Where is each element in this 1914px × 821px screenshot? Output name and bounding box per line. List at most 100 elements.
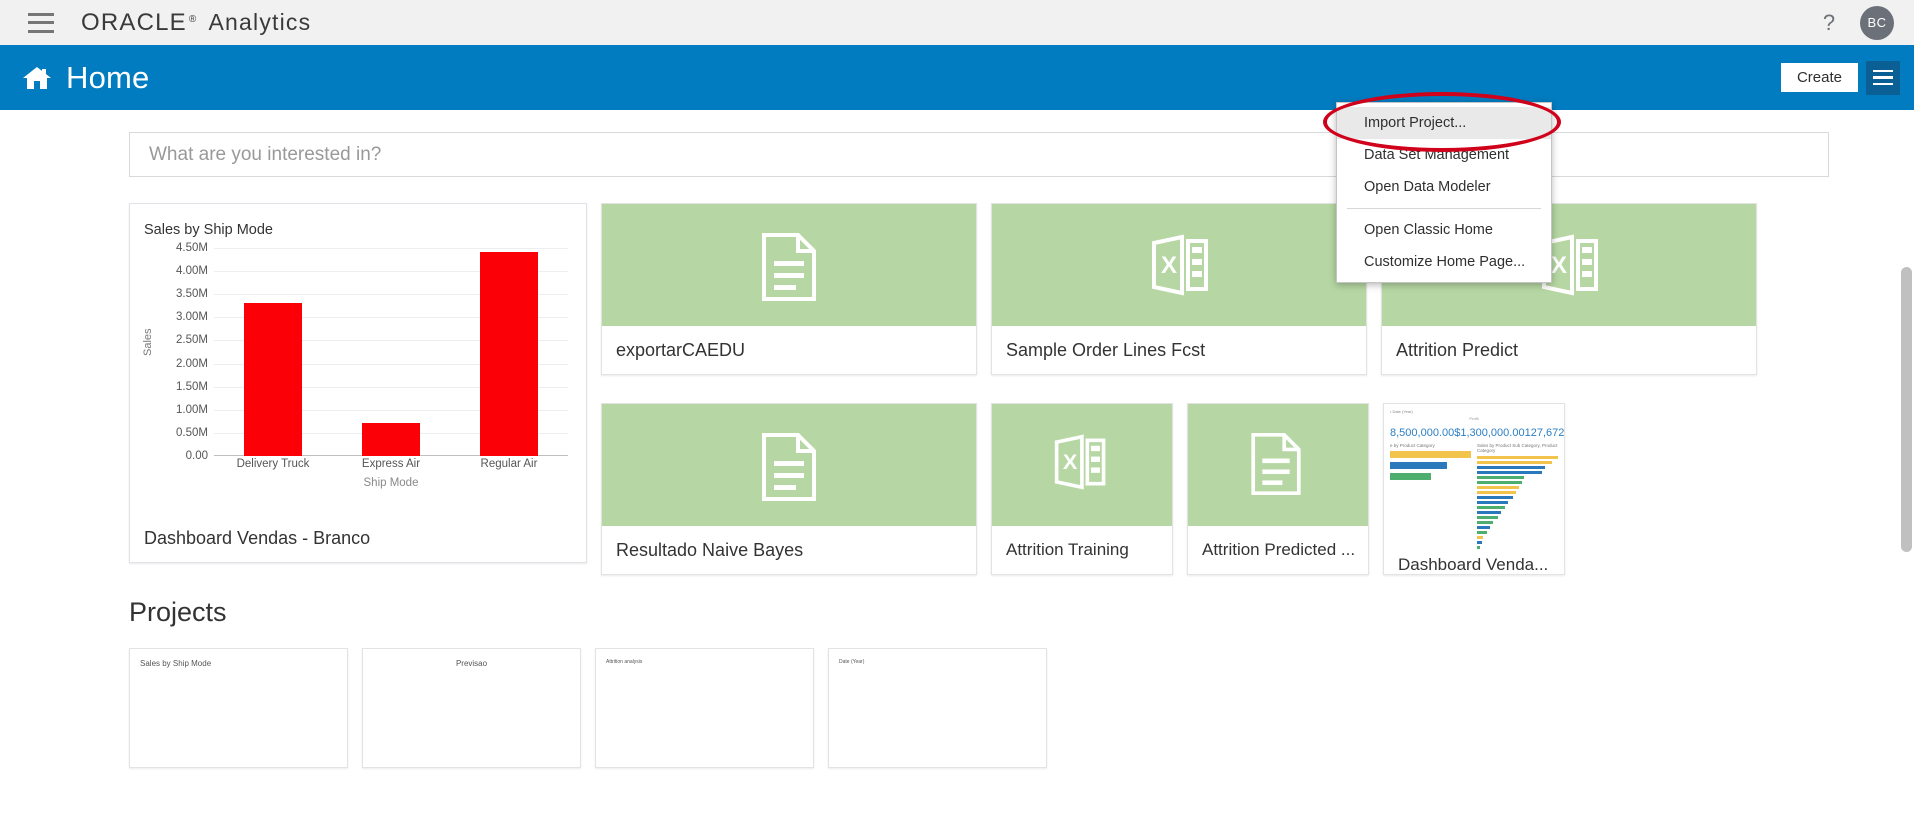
preview-left-chart-title: e by Product Category — [1390, 443, 1435, 448]
search-input[interactable] — [129, 132, 1829, 177]
menu-item-open-classic-home[interactable]: Open Classic Home — [1337, 214, 1551, 246]
x-axis-label: Ship Mode — [363, 477, 419, 489]
preview-bar — [1477, 461, 1552, 464]
scrollbar-track[interactable] — [1899, 155, 1914, 821]
preview-bar — [1477, 506, 1505, 509]
preview-bar — [1477, 526, 1490, 529]
x-tick-label: Express Air — [361, 458, 421, 470]
product-name: Analytics — [208, 8, 312, 35]
bar[interactable] — [244, 303, 302, 456]
preview-bar — [1477, 541, 1482, 544]
page-header-actions: Create — [1780, 45, 1900, 110]
card-attrition-training[interactable]: X Attrition Training — [991, 403, 1173, 575]
preview-bar — [1390, 462, 1447, 469]
document-icon — [760, 433, 818, 501]
x-tick-label: Regular Air — [480, 458, 538, 470]
card-label: exportarCAEDU — [616, 339, 746, 360]
card-thumbnail: X — [992, 204, 1366, 326]
y-tick-label: 1.00M — [176, 403, 208, 416]
preview-charts: e by Product Category Sales by Product S… — [1390, 443, 1558, 551]
preview-bar — [1477, 476, 1524, 479]
svg-text:X: X — [1161, 252, 1177, 279]
preview-bar — [1390, 473, 1431, 480]
search-area — [0, 110, 1914, 177]
y-tick-label: 0.00 — [185, 450, 208, 462]
help-icon[interactable]: ? — [1818, 11, 1840, 34]
menu-separator — [1347, 208, 1541, 209]
card-thumbnail — [602, 404, 976, 526]
preview-kpi-value: 127,672.00 — [1524, 427, 1564, 439]
preview-bar — [1477, 471, 1542, 474]
excel-icon: X — [1150, 233, 1208, 297]
preview-kpi-value: 8,500,000.00 — [1390, 427, 1455, 439]
chart-bars — [214, 248, 568, 456]
y-tick-label: 4.00M — [176, 265, 208, 278]
card-label: Attrition Training — [1006, 540, 1129, 559]
y-tick-label: 3.50M — [176, 288, 208, 301]
card-thumbnail — [1188, 404, 1368, 526]
menu-item-import-project[interactable]: Import Project... — [1337, 107, 1551, 139]
menu-item-open-data-modeler[interactable]: Open Data Modeler — [1337, 171, 1551, 203]
svg-text:X: X — [1551, 252, 1567, 279]
card-label: Attrition Predict — [1396, 339, 1519, 360]
y-tick-label: 0.50M — [176, 426, 208, 439]
card-label: Sample Order Lines Fcst — [1006, 339, 1206, 360]
brand-bar-actions: ? BC — [1818, 0, 1894, 45]
menu-item-customize-home-page[interactable]: Customize Home Page... — [1337, 246, 1551, 278]
y-axis-ticks: 4.50M 4.00M 3.50M 3.00M 2.50M 2.00M 1.50M 1.00M… — [160, 242, 212, 462]
page-title: Home — [66, 59, 150, 95]
preview-bar — [1477, 516, 1499, 519]
y-tick-label: 2.00M — [176, 357, 208, 370]
document-icon — [760, 233, 818, 301]
y-tick-label: 4.50M — [176, 242, 208, 254]
preview-bar — [1477, 496, 1513, 499]
card-sample-order-lines-fcst[interactable]: X Sample Order Lines Fcst — [991, 203, 1367, 375]
preview-bar — [1477, 456, 1558, 459]
cards-area: Sales by Ship Mode Sales 4.50M 4.00M 3.50M… — [129, 203, 1839, 575]
x-tick-label: Delivery Truck — [236, 458, 310, 470]
bar[interactable] — [480, 251, 538, 456]
global-menu-icon[interactable] — [28, 12, 54, 33]
project-card[interactable]: Date (Year) — [828, 648, 1047, 768]
preview-bar — [1477, 491, 1516, 494]
card-resultado-naive-bayes[interactable]: Resultado Naive Bayes — [601, 403, 977, 575]
preview-right-chart-title: Sales by Product Sub Category, Product C… — [1477, 443, 1558, 453]
card-dashboard-vendas-branco[interactable]: Sales by Ship Mode Sales 4.50M 4.00M 3.50M… — [129, 203, 587, 563]
menu-item-data-set-management[interactable]: Data Set Management — [1337, 139, 1551, 171]
card-label: Dashboard Venda... — [1398, 556, 1549, 574]
project-card[interactable]: Previsao — [362, 648, 581, 768]
preview-bar — [1390, 451, 1471, 458]
create-button[interactable]: Create — [1780, 63, 1858, 92]
preview-kpi-value: $1,300,000.00 — [1454, 427, 1525, 439]
preview-bar — [1477, 486, 1520, 489]
svg-text:X: X — [1063, 449, 1078, 474]
page-menu-dropdown[interactable]: Import Project... Data Set Management Open… — [1336, 102, 1552, 283]
avatar[interactable]: BC — [1860, 5, 1894, 40]
bar[interactable] — [362, 422, 420, 456]
preview-bar — [1477, 501, 1508, 504]
document-icon — [1249, 433, 1307, 497]
scrollbar-thumb[interactable] — [1901, 267, 1912, 552]
y-tick-label: 1.50M — [176, 380, 208, 393]
oracle-logo-text: ORACLE — [81, 8, 187, 36]
y-tick-label: 3.00M — [176, 311, 208, 324]
card-dashboard-vendas[interactable]: r Date (Year) Profit 8,500,000.00 $1,300,… — [1383, 403, 1565, 575]
excel-icon: X — [1053, 433, 1111, 497]
card-thumbnail: r Date (Year) Profit 8,500,000.00 $1,300,… — [1384, 404, 1564, 556]
y-tick-label: 2.50M — [176, 334, 208, 347]
y-axis-label: Sales — [142, 328, 154, 356]
project-label: Sales by Ship Mode — [140, 659, 212, 668]
page-header: Home Create — [0, 45, 1914, 110]
preview-bar — [1477, 531, 1487, 534]
project-label: Attrition analysis — [606, 659, 643, 665]
preview-header-label: r Date (Year) — [1390, 409, 1413, 414]
card-exportarcaedu[interactable]: exportarCAEDU — [601, 203, 977, 375]
project-card[interactable]: Attrition analysis — [595, 648, 814, 768]
preview-bar — [1477, 546, 1481, 549]
preview-kpis: 8,500,000.00$1,300,000.00127,672.00 — [1390, 421, 1564, 443]
project-card[interactable]: Sales by Ship Mode — [129, 648, 348, 768]
card-attrition-predicted[interactable]: Attrition Predicted ... — [1187, 403, 1369, 575]
page-menu-button[interactable] — [1866, 60, 1900, 95]
card-label: Dashboard Vendas - Branco — [144, 527, 371, 548]
card-thumbnail — [602, 204, 976, 326]
